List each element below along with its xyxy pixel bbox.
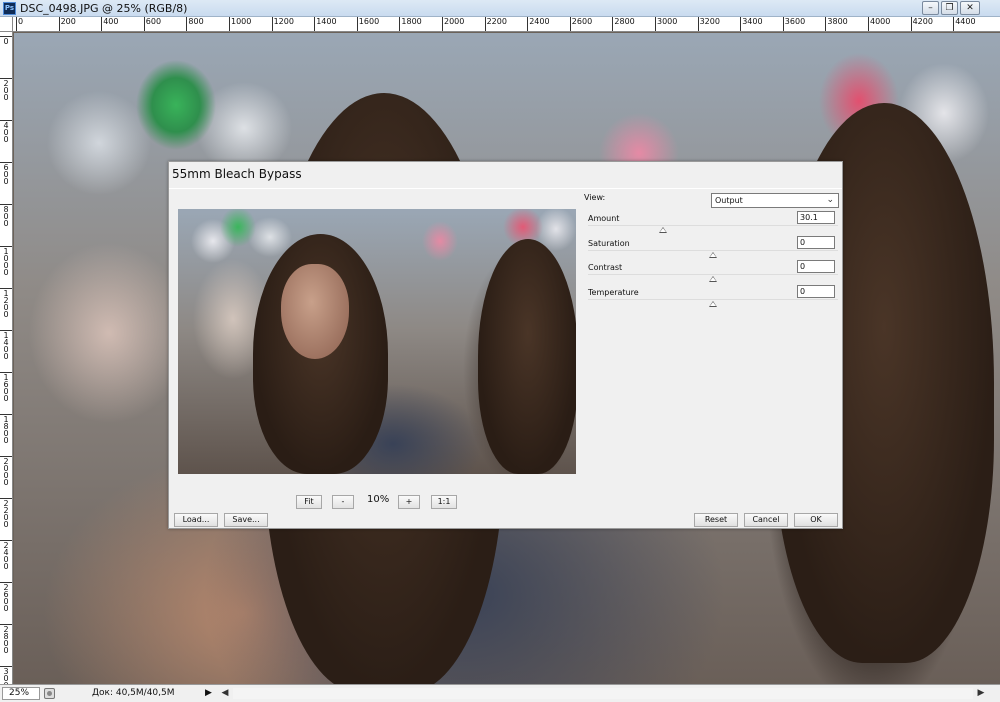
view-label: View:: [584, 193, 606, 202]
ruler-tick-label: 400: [101, 17, 119, 31]
ruler-tick-label: 0: [16, 17, 24, 31]
status-menu-arrow-icon[interactable]: ▶: [205, 688, 212, 698]
scroll-left-icon[interactable]: ◀: [218, 687, 232, 700]
ruler-tick-label: 2400: [527, 17, 550, 31]
ruler-tick-label: 800: [186, 17, 204, 31]
ruler-tick-label: 2000: [442, 17, 465, 31]
preview-girl-face: [281, 264, 349, 359]
ruler-tick-label: 800: [0, 204, 12, 228]
zoom-out-button[interactable]: -: [332, 495, 354, 509]
filter-preview[interactable]: [178, 209, 576, 474]
close-button[interactable]: ✕: [960, 1, 980, 15]
ruler-tick-label: 3000: [655, 17, 678, 31]
param-label-contrast: Contrast: [588, 263, 623, 272]
zoom-input[interactable]: 25%: [2, 687, 40, 700]
ok-button[interactable]: OK: [794, 513, 838, 527]
preview-woman-hair: [478, 239, 576, 474]
param-label-saturation: Saturation: [588, 238, 630, 248]
ruler-tick-label: 3400: [740, 17, 763, 31]
dialog-body: Fit - 10% + 1:1 Load... Save... Reset Ca…: [169, 188, 842, 528]
ruler-tick-label: 1200: [0, 288, 12, 319]
param-slider-thumb-contrast[interactable]: [709, 276, 717, 282]
ruler-tick-label: 2200: [0, 498, 12, 529]
minimize-button[interactable]: –: [922, 1, 939, 15]
ruler-tick-label: 2600: [569, 17, 593, 31]
load-button[interactable]: Load...: [174, 513, 218, 527]
bleach-bypass-dialog: 55mm Bleach Bypass Fit - 10% + 1:1 Load.…: [168, 161, 843, 529]
ruler-tick-label: 400: [0, 120, 12, 144]
ruler-tick-label: 600: [143, 17, 162, 31]
restore-button[interactable]: ❐: [941, 1, 958, 15]
zoom-one-to-one-button[interactable]: 1:1: [431, 495, 457, 509]
scroll-right-icon[interactable]: ▶: [974, 687, 988, 700]
ruler-tick-label: 2000: [0, 456, 12, 487]
ruler-tick-label: 1800: [0, 414, 12, 445]
ruler-tick-label: 1600: [0, 372, 12, 403]
ruler-tick-label: 3000: [0, 666, 12, 684]
param-input-contrast[interactable]: 0: [797, 260, 835, 273]
horizontal-scrollbar[interactable]: [233, 688, 973, 699]
param-slider-thumb-amount[interactable]: [659, 227, 667, 233]
ruler-tick-label: 1000: [0, 246, 12, 277]
ruler-tick-label: 3200: [697, 17, 720, 31]
ruler-tick-label: 1400: [314, 17, 337, 31]
param-input-temperature[interactable]: 0: [797, 284, 835, 298]
photoshop-app-icon: Ps: [3, 2, 16, 15]
zoom-level: 10%: [367, 494, 390, 505]
param-input-amount[interactable]: 30.1: [797, 211, 835, 224]
param-slider-amount[interactable]: [588, 225, 838, 226]
ruler-tick-label: 200: [0, 78, 12, 102]
ruler-tick-label: 2800: [0, 624, 12, 655]
param-slider-thumb-temperature[interactable]: [709, 300, 717, 307]
view-select[interactable]: Output ⌄: [711, 193, 839, 208]
title-bar: Ps DSC_0498.JPG @ 25% (RGB/8) – ❐ ✕: [0, 0, 1000, 17]
ruler-tick-label: 2800: [612, 17, 635, 31]
param-slider-saturation[interactable]: [588, 249, 838, 251]
ruler-tick-label: 4400: [953, 17, 976, 31]
vertical-ruler[interactable]: 0 200 400 600 800 1000 1200 1400 1600 1800 2000 220…: [0, 32, 13, 684]
ruler-tick-label: 2200: [484, 17, 507, 31]
ruler-tick-label: 600: [0, 162, 12, 186]
ruler-tick-label: 3600: [782, 17, 806, 31]
ruler-tick-label: 4000: [868, 17, 891, 31]
reset-button[interactable]: Reset: [694, 513, 738, 527]
ruler-tick-label: 2600: [0, 582, 12, 613]
status-info-icon[interactable]: [44, 688, 55, 699]
zoom-in-button[interactable]: +: [398, 495, 420, 509]
ruler-tick-label: 1800: [399, 17, 422, 31]
save-button[interactable]: Save...: [224, 513, 268, 527]
param-slider-thumb-saturation[interactable]: [709, 251, 717, 258]
ruler-tick-label: 1000: [229, 17, 252, 31]
ruler-tick-label: 4200: [910, 17, 933, 31]
ruler-tick-label: 1200: [271, 17, 294, 31]
horizontal-ruler[interactable]: 0 200 400 600 800 1000 1200 1400 1600 1800 2000 220…: [13, 17, 1000, 32]
photoshop-document-window: Ps DSC_0498.JPG @ 25% (RGB/8) – ❐ ✕ 0 200…: [0, 0, 1000, 702]
param-label-amount: Amount: [588, 214, 620, 223]
ruler-tick-label: 200: [58, 17, 76, 31]
chevron-down-icon: ⌄: [826, 195, 834, 205]
ruler-tick-label: 1400: [0, 330, 12, 361]
status-bar: 25% Док: 40,5M/40,5M ▶ ◀ ▶: [0, 684, 1000, 702]
view-select-value: Output: [715, 196, 743, 205]
document-title: DSC_0498.JPG @ 25% (RGB/8): [20, 2, 188, 15]
param-label-temperature: Temperature: [588, 287, 639, 297]
document-size-info: Док: 40,5M/40,5M: [92, 688, 175, 698]
ruler-corner[interactable]: [0, 17, 13, 32]
param-slider-temperature[interactable]: [588, 298, 838, 300]
param-slider-contrast[interactable]: [588, 274, 838, 275]
ruler-tick-label: 0: [0, 36, 12, 46]
zoom-fit-button[interactable]: Fit: [296, 495, 322, 509]
ruler-tick-label: 2400: [0, 540, 12, 571]
cancel-button[interactable]: Cancel: [744, 513, 788, 527]
ruler-tick-label: 1600: [356, 17, 380, 31]
ruler-tick-label: 3800: [825, 17, 848, 31]
param-input-saturation[interactable]: 0: [797, 235, 835, 249]
dialog-title: 55mm Bleach Bypass: [172, 167, 302, 181]
